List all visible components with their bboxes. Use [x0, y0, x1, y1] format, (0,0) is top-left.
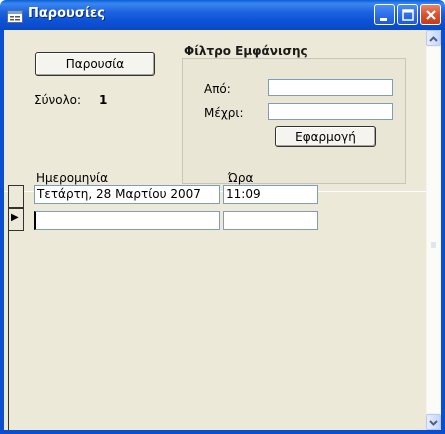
apply-filter-button[interactable]: Εφαρμογή [275, 126, 376, 147]
window-frame-bottom [0, 430, 445, 434]
close-button[interactable] [420, 4, 441, 25]
column-header-date: Ημερομηνία [36, 171, 109, 185]
maximize-icon [402, 9, 414, 21]
new-date-cell[interactable] [34, 211, 220, 230]
total-label: Σύνολο: [34, 93, 82, 107]
scroll-up-button[interactable] [426, 30, 441, 46]
attendance-window: Παρουσίες Παρουσία Σύνολο: 1 Φίλτρο Εμφά… [0, 0, 445, 434]
record-selector-current[interactable]: ▶ [8, 208, 24, 231]
maximize-button[interactable] [397, 4, 418, 25]
filter-panel [182, 58, 406, 184]
time-cell[interactable]: 11:09 [223, 185, 318, 204]
column-header-time: Ώρα [228, 171, 254, 185]
form-body: Παρουσία Σύνολο: 1 Φίλτρο Εμφάνισης Από:… [4, 30, 426, 430]
scroll-track[interactable] [427, 47, 440, 413]
vertical-scrollbar[interactable] [426, 30, 441, 430]
date-cell[interactable]: Τετάρτη, 28 Μαρτίου 2007 [34, 185, 220, 204]
total-value: 1 [99, 93, 108, 107]
chevron-down-icon [429, 420, 438, 426]
record-selector[interactable] [8, 185, 24, 208]
window-title: Παρουσίες [28, 6, 105, 21]
close-icon [426, 10, 436, 20]
scroll-down-button[interactable] [426, 414, 441, 430]
from-label: Από: [204, 82, 231, 96]
filter-heading: Φίλτρο Εμφάνισης [184, 44, 308, 58]
title-bar[interactable]: Παρουσίες [0, 0, 445, 30]
minimize-button[interactable] [374, 4, 395, 25]
to-label: Μέχρι: [204, 106, 244, 120]
current-record-marker: ▶ [11, 212, 19, 223]
attendance-button[interactable]: Παρουσία [35, 52, 155, 76]
chevron-up-icon [429, 36, 438, 42]
scroll-grip-icon [431, 242, 436, 248]
form-icon[interactable] [7, 8, 23, 23]
window-frame-right [441, 30, 445, 434]
to-date-input[interactable] [268, 103, 393, 120]
record-selector-border [8, 231, 9, 430]
minimize-icon [380, 18, 387, 21]
from-date-input[interactable] [268, 79, 393, 96]
new-time-cell[interactable] [223, 211, 318, 230]
